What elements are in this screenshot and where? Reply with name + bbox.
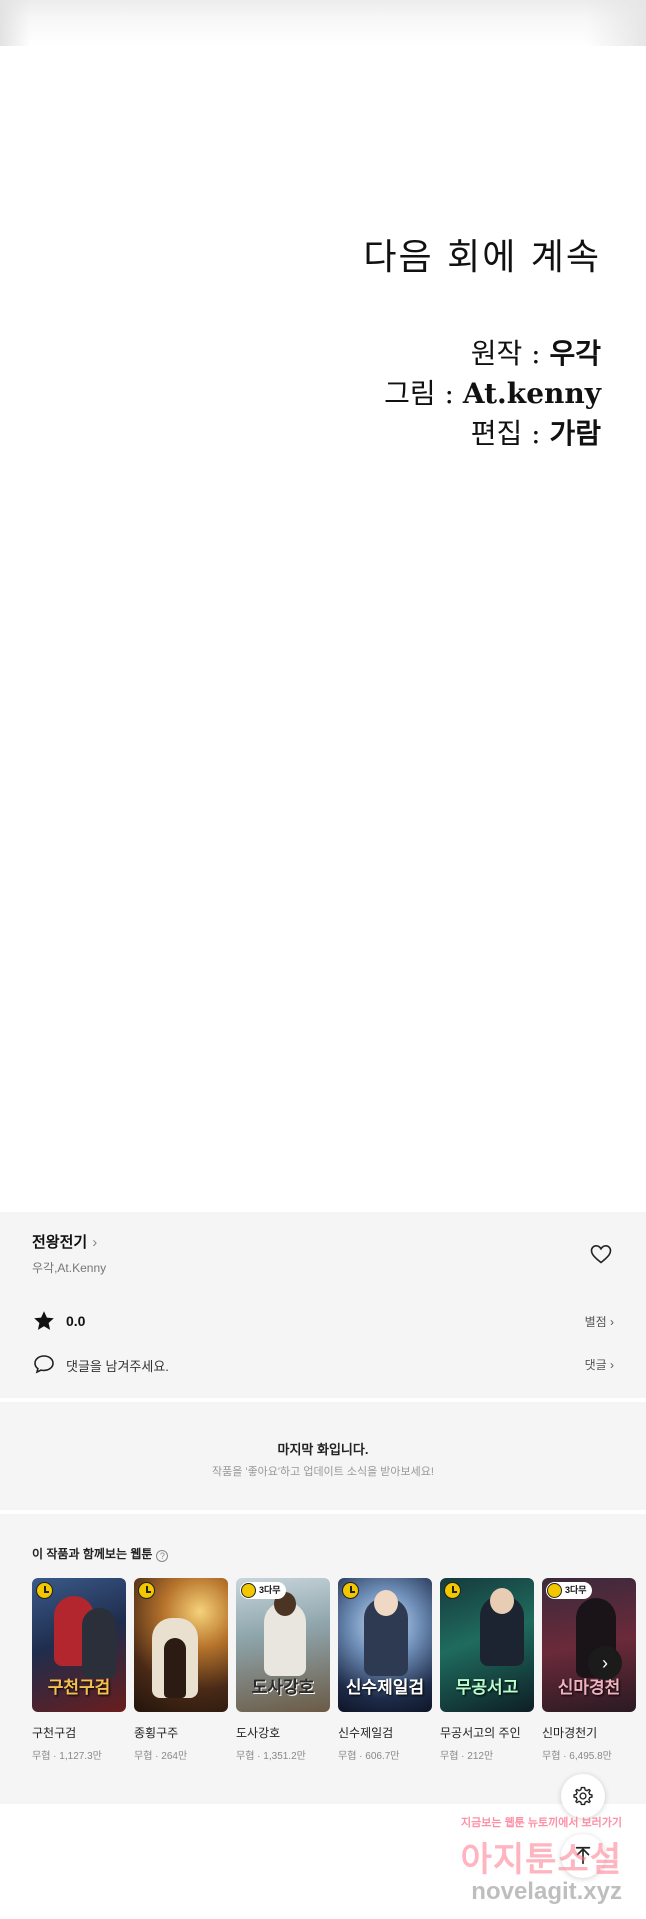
- card-title: 도사강호: [236, 1726, 281, 1740]
- like-button[interactable]: [589, 1242, 613, 1266]
- chevron-right-icon: ›: [602, 1653, 608, 1673]
- settings-gear-icon: [573, 1786, 593, 1806]
- card-title: 신마경천기: [542, 1726, 598, 1740]
- card-thumbnail: 무공서고: [440, 1578, 534, 1712]
- panel-top-edge: [0, 0, 646, 46]
- recommendations-title: 이 작품과 함께보는 웹툰?: [32, 1545, 169, 1562]
- scroll-to-top-button[interactable]: [561, 1834, 605, 1878]
- recommendation-carousel: 구천구검 구천구검 무협 · 1,127.3만 종횡구주 무협 · 264만 도…: [32, 1578, 646, 1768]
- recommendation-card[interactable]: 구천구검 구천구검 무협 · 1,127.3만: [32, 1578, 126, 1768]
- series-authors: 우각,At.Kenny: [32, 1261, 107, 1275]
- clock-badge-icon: [342, 1582, 359, 1599]
- card-title: 신수제일검: [338, 1726, 394, 1740]
- notice-title: 마지막 화입니다.: [277, 1442, 369, 1457]
- clock-badge-icon: [444, 1582, 461, 1599]
- star-icon: [34, 1311, 54, 1330]
- recommendation-card[interactable]: 신수제일검 신수제일검 무협 · 606.7만: [338, 1578, 432, 1768]
- card-title: 구천구검: [32, 1726, 77, 1740]
- series-title-link[interactable]: 전왕전기 ›: [32, 1231, 97, 1252]
- card-meta: 무협 · 1,127.3만: [32, 1751, 102, 1762]
- card-meta: 무협 · 1,351.2만: [236, 1751, 306, 1762]
- card-title: 무공서고의 주인: [440, 1726, 521, 1740]
- card-thumbnail: 신마경천 3다무: [542, 1578, 636, 1712]
- help-icon[interactable]: ?: [156, 1550, 169, 1562]
- comment-input-prompt[interactable]: 댓글을 남겨주세요.: [66, 1356, 169, 1375]
- viewer-settings-button[interactable]: [561, 1774, 605, 1818]
- heart-icon: [590, 1244, 612, 1264]
- carousel-next-button[interactable]: ›: [588, 1646, 622, 1680]
- recommendation-card[interactable]: 도사강호 3다무 도사강호 무협 · 1,351.2만: [236, 1578, 330, 1768]
- card-meta: 무협 · 212만: [440, 1751, 494, 1762]
- rating-row: 0.0 별점 ›: [32, 1308, 614, 1334]
- card-thumbnail: 신수제일검: [338, 1578, 432, 1712]
- clock-badge-icon: [36, 1582, 53, 1599]
- comic-end-panel: 다음 회에 계속 원작 : 우각 그림 : At.kenny 편집 : 가람: [0, 0, 646, 1212]
- chevron-right-icon: ›: [92, 1234, 98, 1251]
- rating-value: 0.0: [66, 1313, 86, 1329]
- notice-subtitle: 작품을 '좋아요'하고 업데이트 소식을 받아보세요!: [212, 1466, 434, 1478]
- comment-row: 댓글을 남겨주세요. 댓글 ›: [32, 1351, 614, 1377]
- recommendation-card[interactable]: 무공서고 무공서고의 주인 무협 · 212만: [440, 1578, 534, 1768]
- rate-button[interactable]: 별점 ›: [585, 1313, 614, 1330]
- site-watermark: 지금보는 웹툰 뉴토끼에서 보러가기 아지툰소설 novelagit.xyz: [440, 1808, 646, 1919]
- card-thumbnail: 구천구검: [32, 1578, 126, 1712]
- card-thumbnail: [134, 1578, 228, 1712]
- free-badge: 3다무: [546, 1582, 592, 1599]
- last-episode-notice: 마지막 화입니다. 작품을 '좋아요'하고 업데이트 소식을 받아보세요!: [0, 1402, 646, 1510]
- free-badge: 3다무: [240, 1582, 286, 1599]
- to-be-continued-text: 다음 회에 계속: [363, 237, 601, 278]
- clock-badge-icon: [241, 1583, 256, 1598]
- recommendation-card[interactable]: 신마경천 3다무 신마경천기 무협 · 6,495.8만: [542, 1578, 636, 1768]
- card-meta: 무협 · 6,495.8만: [542, 1751, 612, 1762]
- credit-art: 그림 : At.kenny: [384, 377, 601, 410]
- card-meta: 무협 · 264만: [134, 1751, 188, 1762]
- speech-bubble-icon: [34, 1355, 54, 1374]
- credit-editor: 편집 : 가람: [470, 417, 601, 450]
- arrow-up-icon: [575, 1846, 591, 1865]
- card-title: 종횡구주: [134, 1726, 179, 1740]
- watermark-top-text: 지금보는 웹툰 뉴토끼에서 보러가기: [461, 1817, 622, 1829]
- card-thumbnail: 도사강호 3다무: [236, 1578, 330, 1712]
- card-meta: 무협 · 606.7만: [338, 1751, 400, 1762]
- credit-original: 원작 : 우각: [470, 337, 601, 370]
- clock-badge-icon: [138, 1582, 155, 1599]
- watermark-url-text: novelagit.xyz: [471, 1878, 622, 1905]
- recommendation-card[interactable]: 종횡구주 무협 · 264만: [134, 1578, 228, 1768]
- clock-badge-icon: [547, 1583, 562, 1598]
- series-info-section: 전왕전기 › 우각,At.Kenny 0.0 별점 › 댓글을 남겨주세요. 댓글…: [0, 1212, 646, 1398]
- comments-button[interactable]: 댓글 ›: [585, 1356, 614, 1373]
- recommendations-section: 이 작품과 함께보는 웹툰? 구천구검 구천구검 무협 · 1,127.3만 종…: [0, 1514, 646, 1804]
